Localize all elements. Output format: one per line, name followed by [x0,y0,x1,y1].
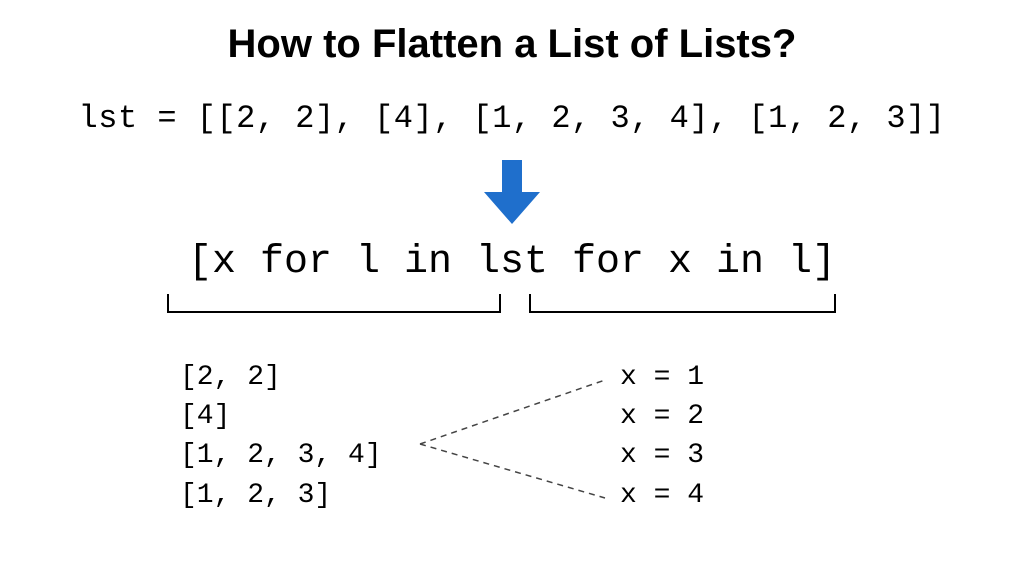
list-item: x = 3 [620,436,704,475]
underline-brackets [0,290,1024,335]
arrow-down-icon [484,160,540,229]
list-comprehension-code: [x for l in lst for x in l] [0,240,1024,285]
inner-loop-values: x = 1 x = 2 x = 3 x = 4 [620,358,704,515]
list-item: x = 2 [620,397,704,436]
list-item: x = 1 [620,358,704,397]
list-item: [1, 2, 3] [180,476,382,515]
page-title: How to Flatten a List of Lists? [0,22,1024,67]
list-item: x = 4 [620,476,704,515]
list-item: [1, 2, 3, 4] [180,436,382,475]
source-list-code: lst = [[2, 2], [4], [1, 2, 3, 4], [1, 2,… [0,100,1024,137]
list-item: [2, 2] [180,358,382,397]
connector-lines [0,358,1024,563]
list-item: [4] [180,397,382,436]
outer-loop-values: [2, 2] [4] [1, 2, 3, 4] [1, 2, 3] [180,358,382,515]
